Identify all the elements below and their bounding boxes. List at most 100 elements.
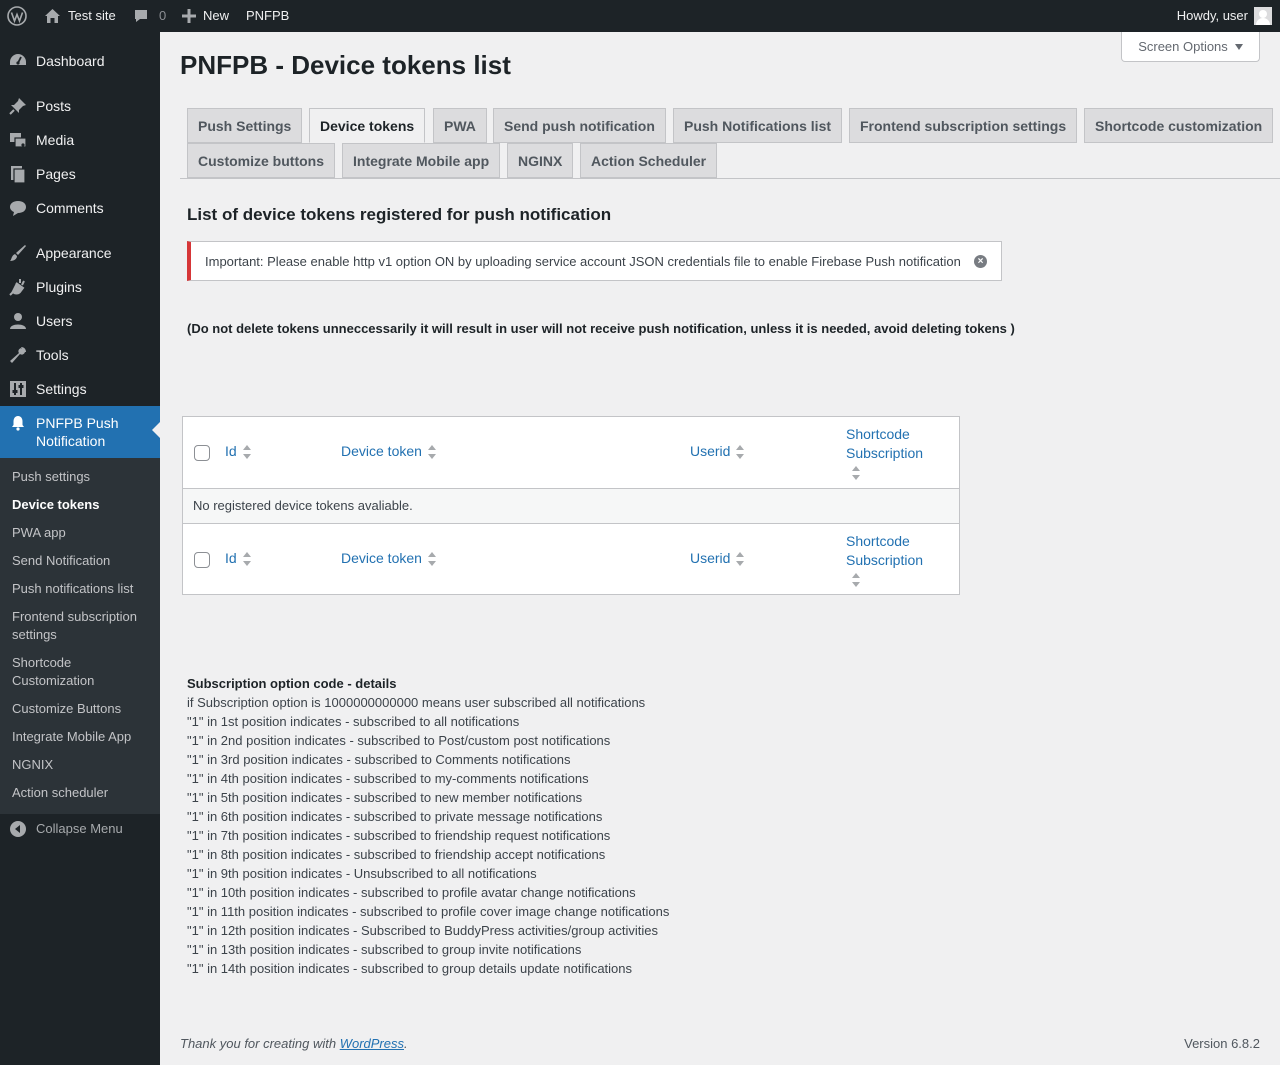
tab-shortcode-customization[interactable]: Shortcode customization <box>1084 108 1274 143</box>
column-shortcode-subscription-sort-footer[interactable]: Shortcode Subscription <box>846 532 923 589</box>
tab-push-settings[interactable]: Push Settings <box>187 108 303 143</box>
code-line: "1" in 10th position indicates - subscri… <box>187 885 636 900</box>
column-userid-sort-footer[interactable]: Userid <box>690 549 745 568</box>
select-all-checkbox[interactable] <box>194 445 210 461</box>
new-content-link[interactable]: New <box>182 0 229 32</box>
notice-text: Important: Please enable http v1 option … <box>205 253 961 269</box>
sort-arrows-icon <box>427 445 437 460</box>
column-userid-sort[interactable]: Userid <box>690 442 745 461</box>
menu-dashboard[interactable]: Dashboard <box>0 49 160 73</box>
current-menu-arrow <box>152 422 160 438</box>
code-line: "1" in 4th position indicates - subscrib… <box>187 771 589 786</box>
menu-comments[interactable]: Comments <box>0 196 160 220</box>
menu-media[interactable]: Media <box>0 128 160 152</box>
main-content: Screen Options PNFPB - Device tokens lis… <box>160 32 1280 1065</box>
submenu-push-settings[interactable]: Push settings <box>12 468 152 486</box>
table-empty-row: No registered device tokens avaliable. <box>183 488 959 524</box>
menu-tools[interactable]: Tools <box>0 343 160 367</box>
menu-media-label: Media <box>36 132 75 148</box>
menu-dashboard-label: Dashboard <box>36 53 105 69</box>
howdy-label: Howdy, user <box>1176 8 1248 23</box>
code-line: "1" in 1st position indicates - subscrib… <box>187 714 520 729</box>
site-name-link[interactable]: Test site <box>44 0 116 32</box>
tab-action-scheduler[interactable]: Action Scheduler <box>580 143 718 178</box>
code-line: "1" in 6th position indicates - subscrib… <box>187 809 603 824</box>
code-line: "1" in 12th position indicates - Subscri… <box>187 923 658 938</box>
menu-settings[interactable]: Settings <box>0 377 160 401</box>
submenu-ngnix[interactable]: NGNIX <box>12 756 152 774</box>
menu-users[interactable]: Users <box>0 309 160 333</box>
column-id-label: Id <box>225 550 237 566</box>
table-footer-row: Id Device token Userid Shortcode Subscri… <box>183 524 959 595</box>
device-tokens-table: Id Device token Userid Shortcode Subscri… <box>182 416 960 595</box>
section-title: List of device tokens registered for pus… <box>187 205 612 224</box>
tab-frontend-subscription-settings[interactable]: Frontend subscription settings <box>849 108 1078 143</box>
sort-arrows-icon <box>851 466 861 481</box>
sort-arrows-icon <box>735 552 745 567</box>
menu-appearance[interactable]: Appearance <box>0 241 160 265</box>
tab-device-tokens[interactable]: Device tokens <box>309 108 426 143</box>
codes-title: Subscription option code - details <box>187 676 397 691</box>
submenu-customize-buttons[interactable]: Customize Buttons <box>12 700 152 718</box>
select-all-checkbox-footer[interactable] <box>194 552 210 568</box>
submenu-frontend-subscription-settings[interactable]: Frontend subscription settings <box>12 608 152 644</box>
submenu-frontend-line1: Frontend subscription <box>12 609 138 624</box>
column-device-token-sort-footer[interactable]: Device token <box>341 549 437 568</box>
caret-down-icon <box>1234 43 1243 50</box>
menu-pages[interactable]: Pages <box>0 162 160 186</box>
menu-comments-label: Comments <box>36 200 104 216</box>
collapse-menu-label: Collapse Menu <box>36 821 123 836</box>
tabs-divider <box>180 178 1280 179</box>
collapse-menu-button[interactable]: Collapse Menu <box>0 819 160 839</box>
tab-customize-buttons[interactable]: Customize buttons <box>187 143 335 178</box>
menu-pnfpb-label-line2: Notification <box>36 433 106 449</box>
column-shortcode-label-line1: Shortcode <box>846 426 910 442</box>
wrench-icon <box>9 346 27 364</box>
pnfpb-adminbar-link[interactable]: PNFPB <box>246 0 289 32</box>
wordpress-logo-icon[interactable] <box>7 0 27 32</box>
sort-arrows-icon <box>851 573 861 588</box>
code-line: "1" in 2nd position indicates - subscrib… <box>187 733 611 748</box>
submenu-push-notifications-list[interactable]: Push notifications list <box>12 580 152 598</box>
menu-pages-label: Pages <box>36 166 76 182</box>
column-device-token-sort[interactable]: Device token <box>341 442 437 461</box>
submenu-device-tokens[interactable]: Device tokens <box>12 496 152 514</box>
menu-posts[interactable]: Posts <box>0 94 160 118</box>
column-id-sort[interactable]: Id <box>225 442 252 461</box>
avatar <box>1254 7 1272 25</box>
comments-link[interactable]: 0 <box>133 0 166 32</box>
column-shortcode-label-line2: Subscription <box>846 552 924 568</box>
wordpress-link[interactable]: WordPress <box>340 1036 404 1051</box>
tab-integrate-mobile-app[interactable]: Integrate Mobile app <box>342 143 501 178</box>
footer-thanks: Thank you for creating with WordPress. <box>180 1036 408 1051</box>
plug-icon <box>9 278 27 296</box>
submenu-action-scheduler[interactable]: Action scheduler <box>12 784 152 802</box>
submenu-integrate-mobile-app[interactable]: Integrate Mobile App <box>12 728 152 746</box>
tab-send-push-notification[interactable]: Send push notification <box>493 108 666 143</box>
menu-pnfpb-push-notification[interactable]: PNFPB Push Notification <box>0 406 160 458</box>
submenu-send-notification[interactable]: Send Notification <box>12 552 152 570</box>
paintbrush-icon <box>9 244 27 262</box>
submenu-shortcode-customization[interactable]: Shortcode Customization <box>12 654 152 690</box>
menu-pnfpb-label-line1: PNFPB Push <box>36 415 119 431</box>
sort-arrows-icon <box>242 445 252 460</box>
code-line: "1" in 11th position indicates - subscri… <box>187 904 670 919</box>
screen-options-label: Screen Options <box>1138 39 1228 54</box>
menu-pnfpb-label: PNFPB Push Notification <box>36 414 118 450</box>
code-line: "1" in 9th position indicates - Unsubscr… <box>187 866 537 881</box>
my-account-link[interactable]: Howdy, user <box>1177 0 1272 32</box>
code-line: "1" in 7th position indicates - subscrib… <box>187 828 611 843</box>
menu-plugins[interactable]: Plugins <box>0 275 160 299</box>
column-shortcode-label-line2: Subscription <box>846 445 924 461</box>
tab-pwa[interactable]: PWA <box>433 108 487 143</box>
menu-posts-label: Posts <box>36 98 72 114</box>
tab-nginx[interactable]: NGINX <box>507 143 574 178</box>
dismiss-x-icon[interactable]: × <box>974 255 987 268</box>
screen-options-button[interactable]: Screen Options <box>1121 32 1260 62</box>
tab-push-notifications-list[interactable]: Push Notifications list <box>673 108 843 143</box>
column-shortcode-subscription-sort[interactable]: Shortcode Subscription <box>846 425 923 482</box>
submenu-pwa-app[interactable]: PWA app <box>12 524 152 542</box>
subscription-codes-details: Subscription option code - details if Su… <box>187 674 669 978</box>
settings-sliders-icon <box>9 380 27 398</box>
column-id-sort-footer[interactable]: Id <box>225 549 252 568</box>
